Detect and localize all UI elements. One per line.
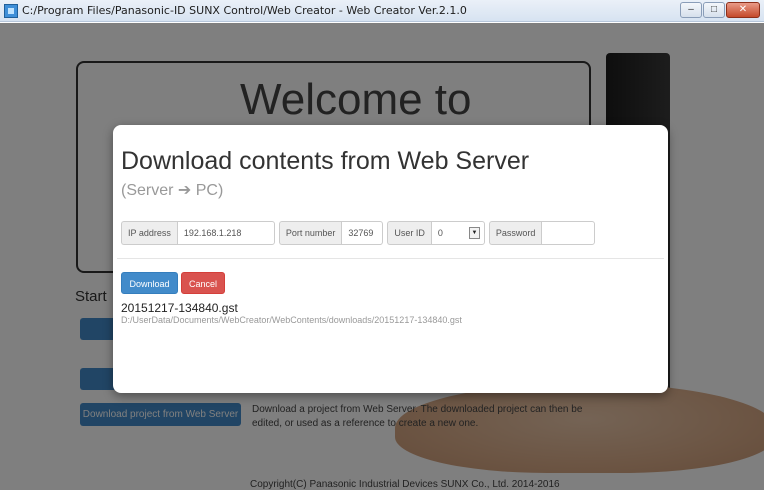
maximize-button[interactable]: □ [703, 2, 725, 18]
ip-address-label: IP address [121, 221, 177, 245]
user-id-value: 0 [437, 228, 443, 238]
chevron-down-icon[interactable]: ▼ [468, 227, 480, 239]
modal-subtitle: (Server ➔ PC) [121, 182, 224, 199]
port-number-group: Port number 32769 [278, 221, 384, 245]
download-modal: Download contents from Web Server (Serve… [113, 125, 668, 393]
app-icon [4, 4, 18, 18]
window-title: C:/Program Files/Panasonic-ID SUNX Contr… [22, 4, 467, 17]
modal-divider [117, 258, 664, 259]
password-group: Password [488, 221, 596, 245]
downloaded-file-name: 20151217-134840.gst [121, 301, 238, 315]
modal-title: Download contents from Web Server [121, 147, 530, 175]
ip-address-group: IP address 192.168.1.218 [121, 221, 275, 245]
downloaded-file-path: D:/UserData/Documents/WebCreator/WebCont… [121, 315, 462, 325]
port-number-input[interactable]: 32769 [341, 221, 384, 245]
user-id-label: User ID [387, 221, 431, 245]
close-button[interactable]: ✕ [726, 2, 760, 18]
password-label: Password [488, 221, 542, 245]
window-titlebar[interactable]: C:/Program Files/Panasonic-ID SUNX Contr… [0, 0, 764, 22]
window-controls: – □ ✕ [680, 2, 760, 18]
port-number-label: Port number [278, 221, 342, 245]
cancel-button[interactable]: Cancel [181, 272, 225, 294]
ip-address-input[interactable]: 192.168.1.218 [176, 221, 275, 245]
minimize-button[interactable]: – [680, 2, 702, 18]
password-input[interactable] [541, 221, 596, 245]
download-button[interactable]: Download [121, 272, 178, 294]
user-id-group: User ID 0 ▼ [387, 221, 485, 245]
connection-fields: IP address 192.168.1.218 Port number 327… [121, 221, 599, 245]
user-id-select[interactable]: 0 ▼ [430, 221, 485, 245]
